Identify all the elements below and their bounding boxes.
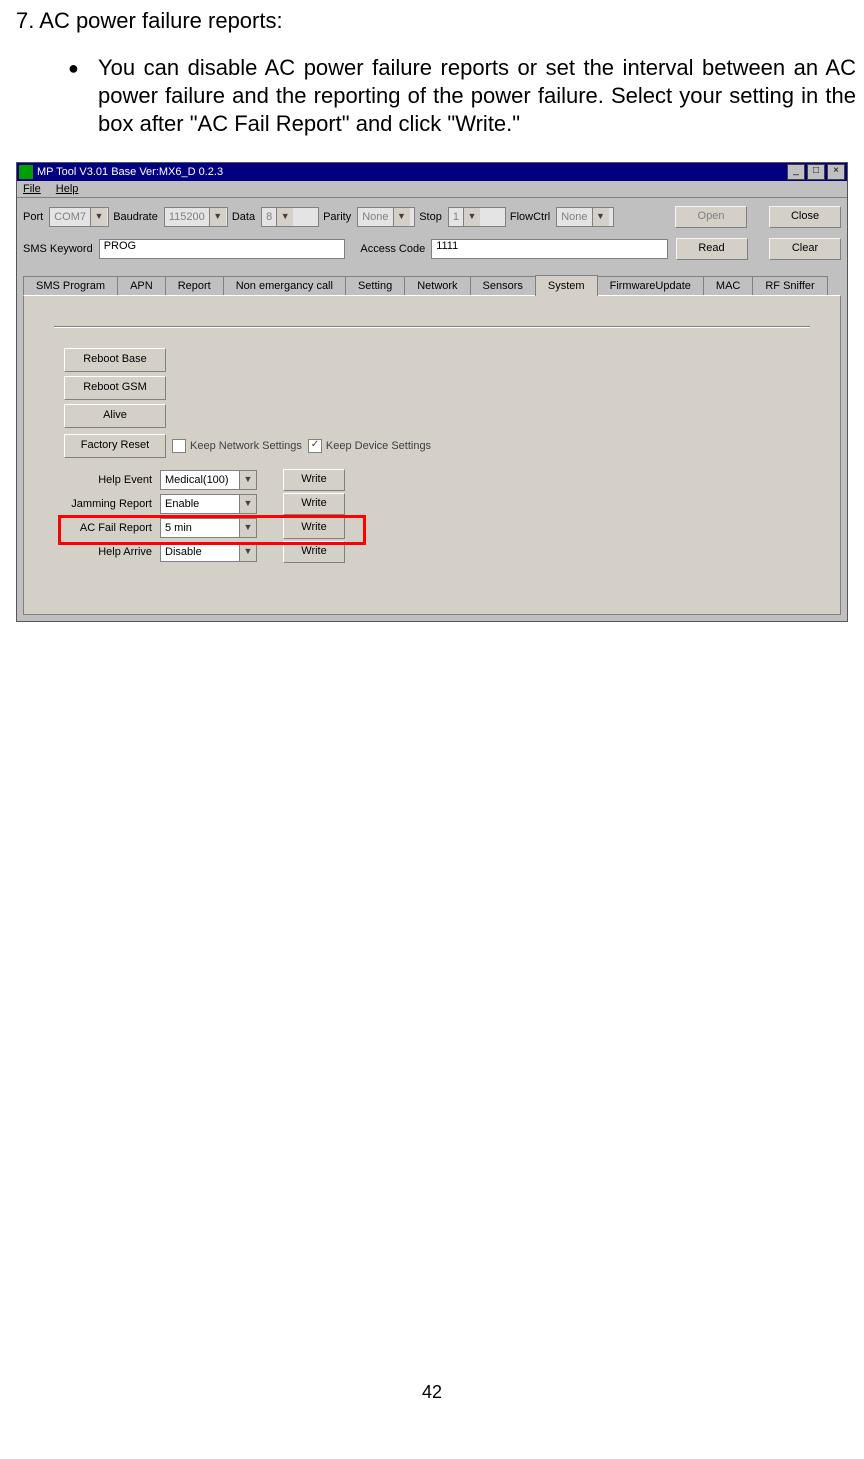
write-help-event-button[interactable]: Write — [283, 469, 345, 491]
tabs: SMS Program APN Report Non emergancy cal… — [17, 274, 847, 295]
checkbox-icon — [172, 439, 186, 453]
help-arrive-combo[interactable]: Disable▼ — [160, 542, 257, 562]
tab-sms-program[interactable]: SMS Program — [23, 276, 118, 295]
chevron-down-icon: ▼ — [90, 208, 107, 226]
close-conn-button[interactable]: Close — [769, 206, 841, 228]
reboot-base-button[interactable]: Reboot Base — [64, 348, 166, 372]
port-combo[interactable]: COM7▼ — [49, 207, 109, 227]
port-label: Port — [23, 211, 43, 223]
chevron-down-icon: ▼ — [592, 208, 609, 226]
titlebar: MP Tool V3.01 Base Ver:MX6_D 0.2.3 _ □ × — [17, 163, 847, 181]
open-button[interactable]: Open — [675, 206, 747, 228]
flow-label: FlowCtrl — [510, 211, 550, 223]
keep-network-checkbox[interactable]: Keep Network Settings — [172, 439, 302, 453]
tab-rf-sniffer[interactable]: RF Sniffer — [752, 276, 827, 295]
ac-fail-report-label: AC Fail Report — [64, 522, 156, 534]
stop-combo[interactable]: 1▼ — [448, 207, 506, 227]
bullet-text: You can disable AC power failure reports… — [98, 54, 856, 138]
baud-combo[interactable]: 115200▼ — [164, 207, 228, 227]
parity-combo[interactable]: None▼ — [357, 207, 415, 227]
reboot-gsm-button[interactable]: Reboot GSM — [64, 376, 166, 400]
bullet-item: ● You can disable AC power failure repor… — [68, 54, 856, 138]
keep-device-label: Keep Device Settings — [326, 440, 431, 452]
chevron-down-icon: ▼ — [239, 519, 256, 537]
clear-button[interactable]: Clear — [769, 238, 841, 260]
menubar: File Help — [17, 181, 847, 198]
tab-setting[interactable]: Setting — [345, 276, 405, 295]
parity-label: Parity — [323, 211, 351, 223]
tab-non-emergency-call[interactable]: Non emergancy call — [223, 276, 346, 295]
jamming-report-combo[interactable]: Enable▼ — [160, 494, 257, 514]
section-title: AC power failure reports: — [39, 8, 282, 33]
help-event-combo[interactable]: Medical(100)▼ — [160, 470, 257, 490]
write-help-arrive-button[interactable]: Write — [283, 541, 345, 563]
page-number: 42 — [8, 1382, 856, 1403]
app-icon — [19, 165, 33, 179]
tab-sensors[interactable]: Sensors — [470, 276, 536, 295]
keep-device-checkbox[interactable]: ✓ Keep Device Settings — [308, 439, 431, 453]
bullet-marker: ● — [68, 54, 98, 138]
chevron-down-icon: ▼ — [393, 208, 410, 226]
help-arrive-row: Help Arrive Disable▼ Write — [64, 540, 820, 564]
minimize-button[interactable]: _ — [787, 164, 805, 180]
alive-button[interactable]: Alive — [64, 404, 166, 428]
write-jamming-button[interactable]: Write — [283, 493, 345, 515]
factory-reset-button[interactable]: Factory Reset — [64, 434, 166, 458]
data-label: Data — [232, 211, 255, 223]
ac-fail-report-combo[interactable]: 5 min▼ — [160, 518, 257, 538]
tab-report[interactable]: Report — [165, 276, 224, 295]
menu-help[interactable]: Help — [56, 183, 79, 195]
system-panel: Reboot Base Reboot GSM Alive Factory Res… — [23, 295, 841, 615]
read-button[interactable]: Read — [676, 238, 748, 260]
tab-apn[interactable]: APN — [117, 276, 166, 295]
help-event-label: Help Event — [64, 474, 156, 486]
close-button[interactable]: × — [827, 164, 845, 180]
access-code-label: Access Code — [360, 243, 425, 255]
chevron-down-icon: ▼ — [239, 495, 256, 513]
stop-label: Stop — [419, 211, 442, 223]
divider — [54, 326, 810, 328]
baud-label: Baudrate — [113, 211, 158, 223]
tab-network[interactable]: Network — [404, 276, 470, 295]
chevron-down-icon: ▼ — [239, 471, 256, 489]
tab-firmware-update[interactable]: FirmwareUpdate — [597, 276, 704, 295]
window-title: MP Tool V3.01 Base Ver:MX6_D 0.2.3 — [37, 166, 787, 178]
help-event-row: Help Event Medical(100)▼ Write — [64, 468, 820, 492]
chevron-down-icon: ▼ — [239, 543, 256, 561]
help-arrive-label: Help Arrive — [64, 546, 156, 558]
tab-mac[interactable]: MAC — [703, 276, 753, 295]
flow-combo[interactable]: None▼ — [556, 207, 614, 227]
keep-network-label: Keep Network Settings — [190, 440, 302, 452]
jamming-report-row: Jamming Report Enable▼ Write — [64, 492, 820, 516]
jamming-report-label: Jamming Report — [64, 498, 156, 510]
chevron-down-icon: ▼ — [276, 208, 293, 226]
ac-fail-report-row: AC Fail Report 5 min▼ Write — [64, 516, 820, 540]
chevron-down-icon: ▼ — [209, 208, 226, 226]
access-code-input[interactable]: 1111 — [431, 239, 667, 259]
sms-keyword-label: SMS Keyword — [23, 243, 93, 255]
tab-system[interactable]: System — [535, 275, 598, 296]
section-number: 7. — [16, 8, 34, 33]
chevron-down-icon: ▼ — [463, 208, 480, 226]
write-ac-fail-button[interactable]: Write — [283, 517, 345, 539]
factory-reset-row: Factory Reset Keep Network Settings ✓ Ke… — [64, 434, 820, 458]
maximize-button[interactable]: □ — [807, 164, 825, 180]
checkbox-icon: ✓ — [308, 439, 322, 453]
section-heading: 7. AC power failure reports: — [16, 8, 856, 34]
connection-row: Port COM7▼ Baudrate 115200▼ Data 8▼ Pari… — [23, 206, 841, 228]
menu-file[interactable]: File — [23, 183, 41, 195]
app-window: MP Tool V3.01 Base Ver:MX6_D 0.2.3 _ □ ×… — [16, 162, 848, 622]
data-combo[interactable]: 8▼ — [261, 207, 319, 227]
sms-row: SMS Keyword PROG Access Code 1111 Read C… — [23, 238, 841, 260]
sms-keyword-input[interactable]: PROG — [99, 239, 345, 259]
